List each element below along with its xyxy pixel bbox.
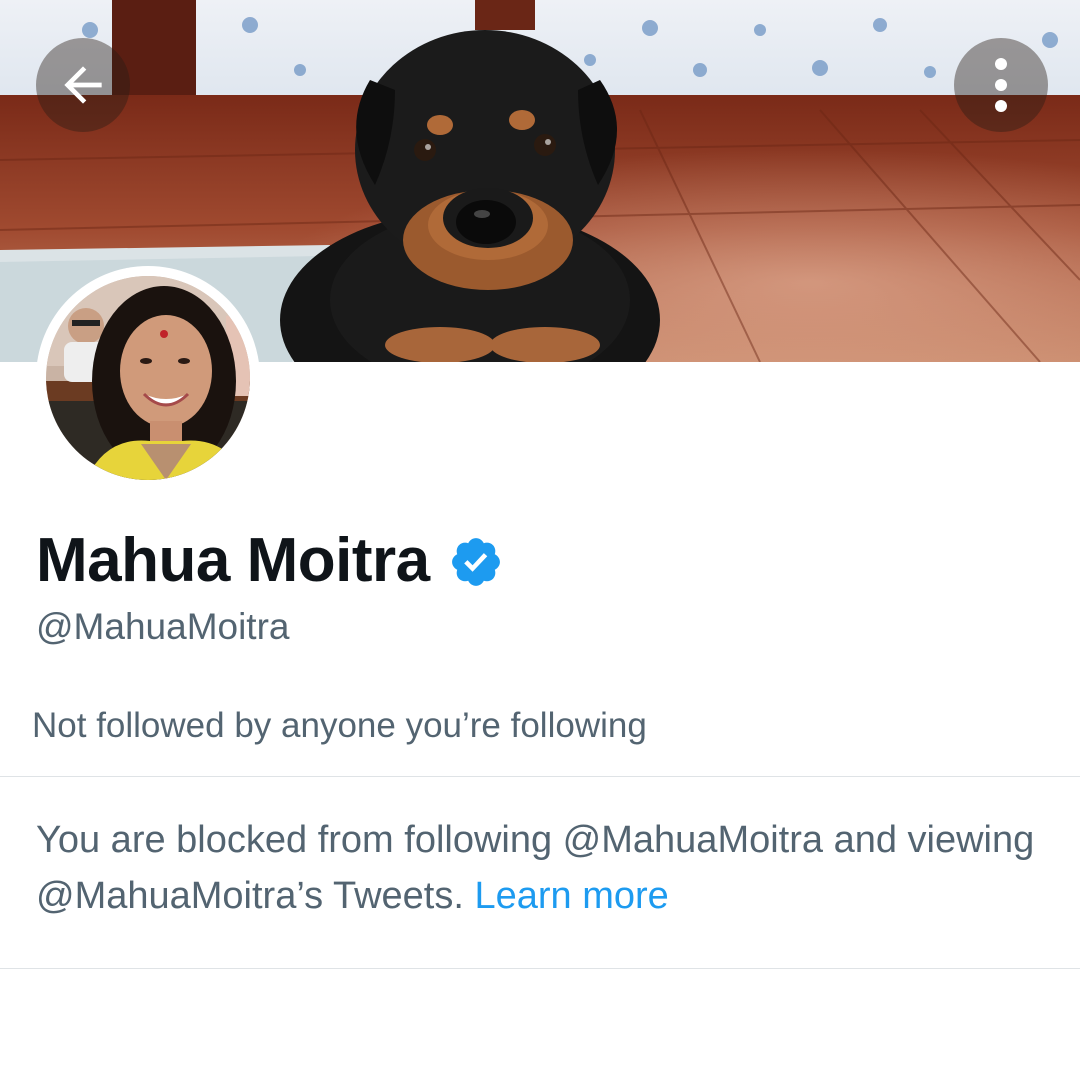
avatar-image — [46, 276, 250, 480]
arrow-left-icon — [64, 66, 102, 104]
vertical-ellipsis-icon — [995, 58, 1007, 112]
profile-handle: @MahuaMoitra — [36, 606, 290, 647]
divider — [0, 776, 1080, 777]
blocked-notice: You are blocked from following @MahuaMoi… — [36, 812, 1046, 924]
verified-badge-icon[interactable] — [448, 534, 504, 590]
followers-you-know-text[interactable]: Not followed by anyone you’re following — [32, 706, 647, 746]
more-options-button[interactable] — [954, 38, 1048, 132]
display-name-text: Mahua Moitra — [36, 525, 430, 595]
avatar[interactable] — [36, 266, 260, 490]
profile-display-name: Mahua Moitra — [36, 520, 504, 600]
learn-more-link[interactable]: Learn more — [474, 875, 668, 917]
divider — [0, 968, 1080, 969]
back-button[interactable] — [36, 38, 130, 132]
